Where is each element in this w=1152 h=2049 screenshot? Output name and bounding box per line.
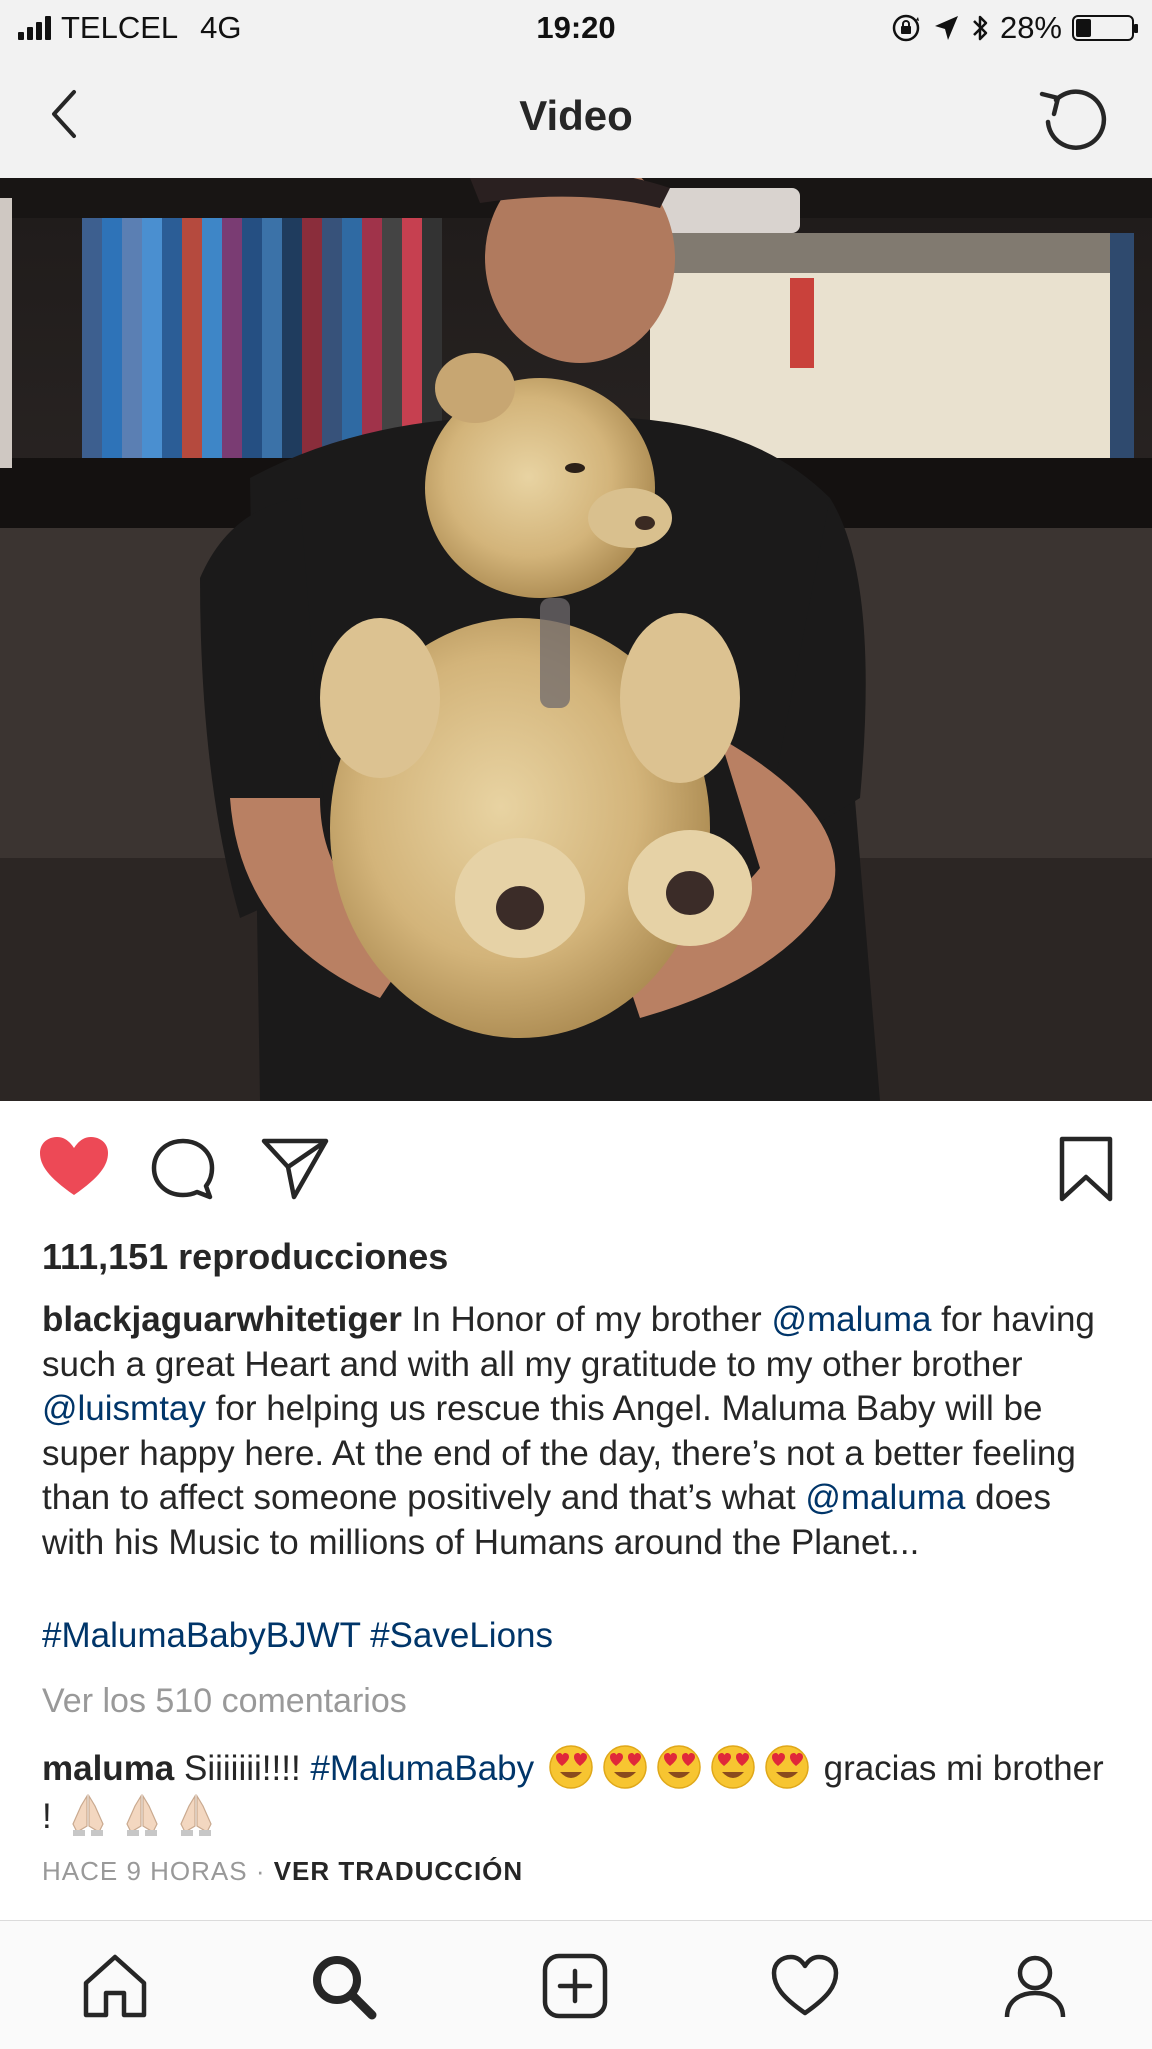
comment-username[interactable]: maluma xyxy=(42,1749,174,1788)
folded-hands-emojis xyxy=(61,1793,223,1836)
home-icon[interactable] xyxy=(80,1951,150,2021)
comment: maluma Siiiiiii!!!! #MalumaBaby gracias … xyxy=(42,1744,1122,1839)
hashtag-link[interactable]: #MalumaBabyBJWT xyxy=(42,1616,360,1655)
comment-icon[interactable] xyxy=(150,1137,216,1203)
caption-hashtags: #MalumaBabyBJWT #SaveLions xyxy=(42,1616,553,1656)
orientation-lock-icon xyxy=(892,14,920,42)
new-post-icon[interactable] xyxy=(540,1951,610,2021)
post-caption: blackjaguarwhitetiger In Honor of my bro… xyxy=(42,1298,1122,1565)
post-actions xyxy=(0,1101,1152,1231)
tab-bar xyxy=(0,1920,1152,2049)
battery-percent: 28% xyxy=(999,10,1062,45)
comment-text-1: Siiiiiii!!!! xyxy=(174,1749,311,1788)
view-comments-link[interactable]: Ver los 510 comentarios xyxy=(42,1682,407,1721)
location-icon xyxy=(934,16,958,40)
bookshelf-left xyxy=(82,218,442,458)
time-ago: HACE 9 HORAS xyxy=(42,1856,248,1886)
view-count[interactable]: 111,151 reproducciones xyxy=(42,1236,448,1278)
heart-eyes-emoji xyxy=(711,1745,755,1789)
search-icon[interactable] xyxy=(308,1951,378,2021)
mention-link[interactable]: @luismtay xyxy=(42,1389,206,1428)
share-icon[interactable] xyxy=(260,1135,330,1201)
heart-filled-icon[interactable] xyxy=(38,1135,110,1199)
separator: · xyxy=(247,1856,274,1886)
mention-link[interactable]: @maluma xyxy=(805,1478,965,1517)
heart-eyes-emoji xyxy=(765,1745,809,1789)
heart-eyes-emoji xyxy=(549,1745,593,1789)
nav-bar: Video xyxy=(0,58,1152,179)
heart-eyes-emojis xyxy=(534,1745,814,1789)
video-player[interactable] xyxy=(0,178,1152,1101)
caption-username[interactable]: blackjaguarwhitetiger xyxy=(42,1300,402,1339)
status-bar: TELCEL 4G 19:20 28% xyxy=(0,0,1152,58)
battery-icon xyxy=(1072,15,1138,41)
folded-hands-emoji xyxy=(72,1793,105,1836)
folded-hands-emoji xyxy=(126,1793,159,1836)
activity-icon[interactable] xyxy=(770,1951,840,2021)
replay-icon[interactable] xyxy=(1032,78,1112,158)
heart-eyes-emoji xyxy=(603,1745,647,1789)
profile-icon[interactable] xyxy=(1000,1951,1070,2021)
caption-text-1: In Honor of my brother xyxy=(401,1300,772,1339)
video-frame xyxy=(0,178,1152,1101)
folded-hands-emoji xyxy=(180,1793,213,1836)
see-translation-link[interactable]: VER TRADUCCIÓN xyxy=(274,1856,523,1886)
hashtag-link[interactable]: #SaveLions xyxy=(370,1616,553,1655)
status-right: 28% xyxy=(890,10,1138,46)
mention-link[interactable]: @maluma xyxy=(771,1300,931,1339)
page-title: Video xyxy=(519,92,633,139)
bookmark-icon[interactable] xyxy=(1058,1135,1114,1203)
bluetooth-icon xyxy=(973,15,988,41)
heart-eyes-emoji xyxy=(657,1745,701,1789)
post-timestamp-row: HACE 9 HORAS · VER TRADUCCIÓN xyxy=(42,1856,523,1887)
hashtag-link[interactable]: #MalumaBaby xyxy=(310,1749,534,1788)
battery-fill xyxy=(1076,19,1092,37)
